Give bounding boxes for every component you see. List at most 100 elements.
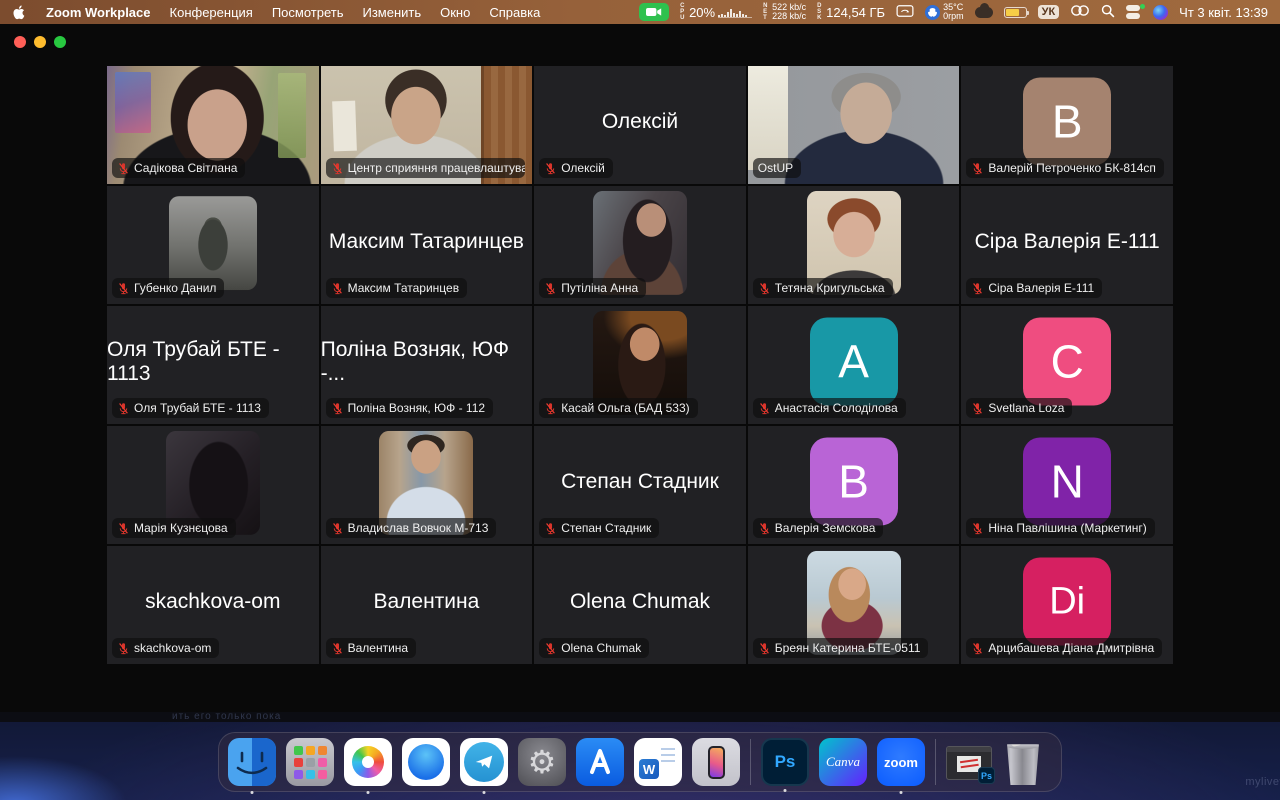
dock-safari-icon[interactable] (402, 738, 450, 786)
participant-name-tag: Максим Татаринцев (326, 278, 468, 298)
muted-mic-icon (117, 162, 130, 175)
participant-tile[interactable]: Olena ChumakOlena Chumak (534, 546, 746, 664)
dock-telegram-icon[interactable] (460, 738, 508, 786)
participant-tile[interactable]: Касай Ольга (БАД 533) (534, 306, 746, 424)
participant-tile[interactable]: Владислав Вовчок М-713 (321, 426, 533, 544)
dock-word-icon[interactable]: W (634, 738, 682, 786)
participant-tile[interactable]: ОлексійОлексій (534, 66, 746, 184)
fan-icon (925, 5, 940, 20)
dock-photoshop-icon[interactable]: Ps (761, 738, 809, 786)
spotlight-icon[interactable] (1101, 4, 1115, 21)
fullscreen-window-button[interactable] (54, 36, 66, 48)
participant-tile[interactable]: ВалентинаВалентина (321, 546, 533, 664)
participant-name-label: Марія Кузнєцова (134, 521, 228, 535)
participant-tile[interactable]: Тетяна Кригульська (748, 186, 960, 304)
participant-tile[interactable]: Губенко Данил (107, 186, 319, 304)
menu-window[interactable]: Окно (440, 5, 470, 20)
participant-letter-avatar: A (810, 317, 898, 405)
fan-temp-stat[interactable]: 35°C0rpm (925, 3, 964, 21)
muted-mic-icon (758, 522, 771, 535)
background-window-edge: ить его только пока (0, 712, 1280, 722)
dock-iphone-mirroring-icon[interactable] (692, 738, 740, 786)
wallpaper-watermark: mylivew (1245, 776, 1280, 788)
dock-photos-icon[interactable] (344, 738, 392, 786)
participant-tile[interactable]: Оля Трубай БТЕ - 1113Оля Трубай БТЕ - 11… (107, 306, 319, 424)
participant-name-tag: Валерія Земскова (753, 518, 884, 538)
participant-tile[interactable]: CSvetlana Loza (961, 306, 1173, 424)
siri-icon[interactable] (1153, 5, 1168, 20)
muted-mic-icon (971, 522, 984, 535)
participant-name-label: Валентина (348, 641, 408, 655)
participant-tile[interactable]: Бреян Катерина БТЕ-0511 (748, 546, 960, 664)
muted-mic-icon (544, 402, 557, 415)
participant-letter-avatar: C (1023, 317, 1111, 405)
participant-tile[interactable]: Поліна Возняк, ЮФ -...Поліна Возняк, ЮФ … (321, 306, 533, 424)
weather-cloud-icon[interactable] (975, 7, 993, 18)
menu-view[interactable]: Посмотреть (272, 5, 344, 20)
participant-tile[interactable]: AАнастасія Солоділова (748, 306, 960, 424)
active-app-name[interactable]: Zoom Workplace (46, 5, 151, 20)
safari-compass (408, 744, 444, 780)
screen-mirroring-icon[interactable] (896, 4, 914, 21)
dock-settings-icon[interactable]: ⚙ (518, 738, 566, 786)
participant-tile[interactable]: NНіна Павлішина (Маркетинг) (961, 426, 1173, 544)
participant-tile[interactable]: Сіра Валерія Е-111Сіра Валерія Е-111 (961, 186, 1173, 304)
participant-name-label: Тетяна Кригульська (775, 281, 885, 295)
participant-tile[interactable]: Максим ТатаринцевМаксим Татаринцев (321, 186, 533, 304)
muted-mic-icon (117, 282, 130, 295)
participant-tile[interactable]: Степан СтадникСтепан Стадник (534, 426, 746, 544)
participant-name-label: Олексій (561, 161, 605, 175)
background-window-text: ить его только пока (172, 712, 281, 722)
gear-icon: ⚙ (528, 746, 557, 778)
input-source-switcher[interactable]: УК (1038, 5, 1060, 19)
dock-trash-icon[interactable] (1004, 738, 1052, 786)
disk-stat[interactable]: DSK 124,54 ГБ (817, 3, 885, 21)
muted-mic-icon (331, 282, 344, 295)
participant-tile[interactable]: Марія Кузнєцова (107, 426, 319, 544)
participant-name-tag: Олексій (539, 158, 613, 178)
participant-name-tag: Степан Стадник (539, 518, 659, 538)
network-stat[interactable]: NET 522 kb/c228 kb/c (763, 3, 806, 21)
muted-mic-icon (758, 402, 771, 415)
dock-zoom-icon[interactable]: zoom (877, 738, 925, 786)
minimize-window-button[interactable] (34, 36, 46, 48)
dock-canva-icon[interactable]: Canva (819, 738, 867, 786)
video-on-indicator[interactable] (639, 3, 669, 21)
close-window-button[interactable] (14, 36, 26, 48)
battery-indicator[interactable] (1004, 7, 1027, 18)
participant-name-tag: Анастасія Солоділова (753, 398, 906, 418)
dock-minimized-photoshop-window[interactable]: Ps (946, 738, 994, 786)
participant-name-label: Садікова Світлана (134, 161, 237, 175)
running-indicator (784, 789, 787, 792)
menu-edit[interactable]: Изменить (362, 5, 421, 20)
cpu-stat[interactable]: CPU 20% (680, 3, 752, 21)
muted-mic-icon (758, 282, 771, 295)
photoshop-label: Ps (775, 752, 796, 772)
linked-rings-icon[interactable] (1070, 4, 1090, 20)
menubar-toggles-icon[interactable] (1126, 5, 1142, 19)
participant-name-tag: Оля Трубай БТЕ - 1113 (112, 398, 269, 418)
dock-launchpad-icon[interactable] (286, 738, 334, 786)
running-indicator (900, 791, 903, 794)
participant-name-tag: Olena Chumak (539, 638, 649, 658)
participant-name-tag: Губенко Данил (112, 278, 224, 298)
participant-tile[interactable]: Центр сприяння працевлаштуван... (321, 66, 533, 184)
menu-conference[interactable]: Конференция (170, 5, 253, 20)
menu-help[interactable]: Справка (489, 5, 540, 20)
participant-tile[interactable]: Путіліна Анна (534, 186, 746, 304)
apple-menu-icon[interactable] (12, 5, 27, 20)
participant-tile[interactable]: Садікова Світлана (107, 66, 319, 184)
participant-tile[interactable]: BВалерія Земскова (748, 426, 960, 544)
dock: ⚙ W Ps Canva zoom Ps (218, 732, 1062, 792)
dock-app-store-icon[interactable] (576, 738, 624, 786)
dock-finder-icon[interactable] (228, 738, 276, 786)
participant-tile[interactable]: OstUP (748, 66, 960, 184)
participant-tile[interactable]: skachkova-omskachkova-om (107, 546, 319, 664)
menubar-clock[interactable]: Чт 3 квіт. 13:39 (1179, 5, 1268, 20)
participant-name-label: Валерій Петроченко БК-814сп (988, 161, 1156, 175)
participant-name-label: Касай Ольга (БАД 533) (561, 401, 689, 415)
participant-name-label: Владислав Вовчок М-713 (348, 521, 489, 535)
participant-tile[interactable]: DiАрцибашева Діана Дмитрівна (961, 546, 1173, 664)
photos-flower (352, 746, 384, 778)
participant-tile[interactable]: BВалерій Петроченко БК-814сп (961, 66, 1173, 184)
